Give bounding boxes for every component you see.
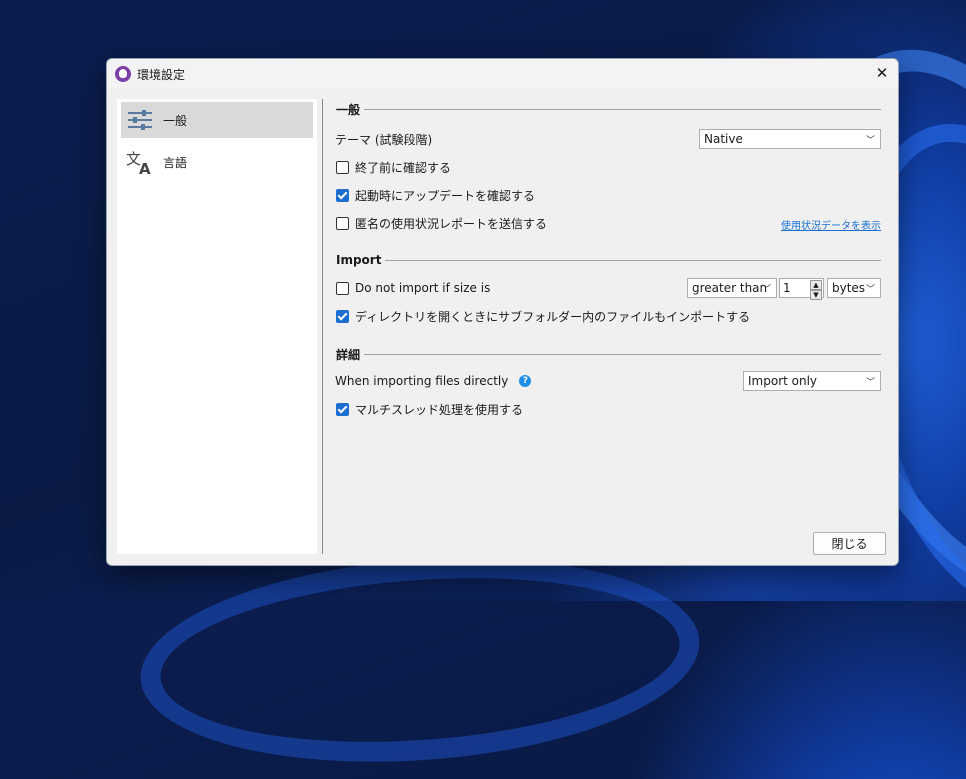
chevron-down-icon: ﹀ xyxy=(865,285,875,295)
sidebar-item-label: 一般 xyxy=(163,113,188,128)
section-title: 一般 xyxy=(336,103,361,117)
check-updates-row: 起動時にアップデートを確認する xyxy=(335,184,881,206)
size-rule-checkbox[interactable] xyxy=(336,281,349,295)
section-general: 一般 xyxy=(336,101,881,118)
theme-value: Native xyxy=(704,132,743,146)
chevron-down-icon: ﹀ xyxy=(865,378,875,388)
multithread-row: マルチスレッド処理を使用する xyxy=(335,398,881,420)
multithread-checkbox[interactable] xyxy=(336,402,349,416)
confirm-exit-row: 終了前に確認する xyxy=(335,156,881,178)
subfolders-checkbox[interactable] xyxy=(336,309,349,323)
section-title: Import xyxy=(336,253,382,267)
size-stepper[interactable]: 1 ▲ ▼ xyxy=(779,278,824,300)
close-button[interactable]: 閉じる xyxy=(813,532,886,555)
close-icon: ✕ xyxy=(875,64,889,82)
sidebar: 一般 文 A 言語 xyxy=(117,99,317,554)
chevron-down-icon: ﹀ xyxy=(761,285,771,295)
window-title: 環境設定 xyxy=(137,68,186,82)
unit-value: bytes xyxy=(832,281,866,295)
size-rule-label[interactable]: Do not import if size is xyxy=(355,281,490,295)
send-usage-checkbox[interactable] xyxy=(336,216,349,230)
sidebar-item-language[interactable]: 文 A 言語 xyxy=(121,144,313,180)
close-window-button[interactable]: ✕ xyxy=(866,59,898,87)
panel-divider xyxy=(322,99,323,554)
settings-panel: 一般 テーマ (試験段階) Native ﹀ 終了前に確認する 起動時にアップデ… xyxy=(335,99,881,554)
wallpaper-ribbon xyxy=(133,540,707,779)
stepper-buttons: ▲ ▼ xyxy=(810,280,822,300)
comparator-select[interactable]: greater than ﹀ xyxy=(687,278,777,298)
sidebar-item-general[interactable]: 一般 xyxy=(121,102,313,138)
decrement-icon[interactable]: ▼ xyxy=(810,290,822,300)
size-value: 1 xyxy=(783,281,791,295)
send-usage-label[interactable]: 匿名の使用状況レポートを送信する xyxy=(355,215,547,232)
multithread-label[interactable]: マルチスレッド処理を使用する xyxy=(355,401,523,418)
confirm-exit-checkbox[interactable] xyxy=(336,160,349,174)
chevron-down-icon: ﹀ xyxy=(865,136,875,146)
direct-import-value: Import only xyxy=(748,374,818,388)
preferences-window: 環境設定 ✕ 一般 文 A 言語 一般 テーマ (試験段階) Native ﹀ … xyxy=(106,58,899,566)
direct-import-label: When importing files directly xyxy=(335,374,509,388)
section-title: 詳細 xyxy=(336,348,361,362)
subfolders-label[interactable]: ディレクトリを開くときにサブフォルダー内のファイルもインポートする xyxy=(355,308,750,325)
check-updates-checkbox[interactable] xyxy=(336,188,349,202)
sliders-icon xyxy=(126,107,154,133)
usage-data-link[interactable]: 使用状況データを表示 xyxy=(781,217,881,232)
help-icon[interactable]: ? xyxy=(519,375,532,387)
section-import: Import xyxy=(336,253,881,267)
unit-select[interactable]: bytes ﹀ xyxy=(827,278,881,298)
send-usage-row: 匿名の使用状況レポートを送信する 使用状況データを表示 xyxy=(335,212,881,234)
check-updates-label[interactable]: 起動時にアップデートを確認する xyxy=(355,187,535,204)
section-advanced: 詳細 xyxy=(336,346,881,363)
app-icon xyxy=(115,66,131,82)
theme-select[interactable]: Native ﹀ xyxy=(699,129,881,149)
sidebar-item-label: 言語 xyxy=(163,155,188,170)
increment-icon[interactable]: ▲ xyxy=(810,280,822,290)
direct-import-select[interactable]: Import only ﹀ xyxy=(743,371,881,391)
comparator-value: greater than xyxy=(692,281,768,295)
confirm-exit-label[interactable]: 終了前に確認する xyxy=(355,159,451,176)
title-bar: 環境設定 ✕ xyxy=(107,59,898,89)
theme-label: テーマ (試験段階) xyxy=(335,132,433,147)
translate-icon: 文 A xyxy=(126,149,154,175)
svg-text:A: A xyxy=(139,160,151,175)
subfolders-row: ディレクトリを開くときにサブフォルダー内のファイルもインポートする xyxy=(335,305,881,327)
